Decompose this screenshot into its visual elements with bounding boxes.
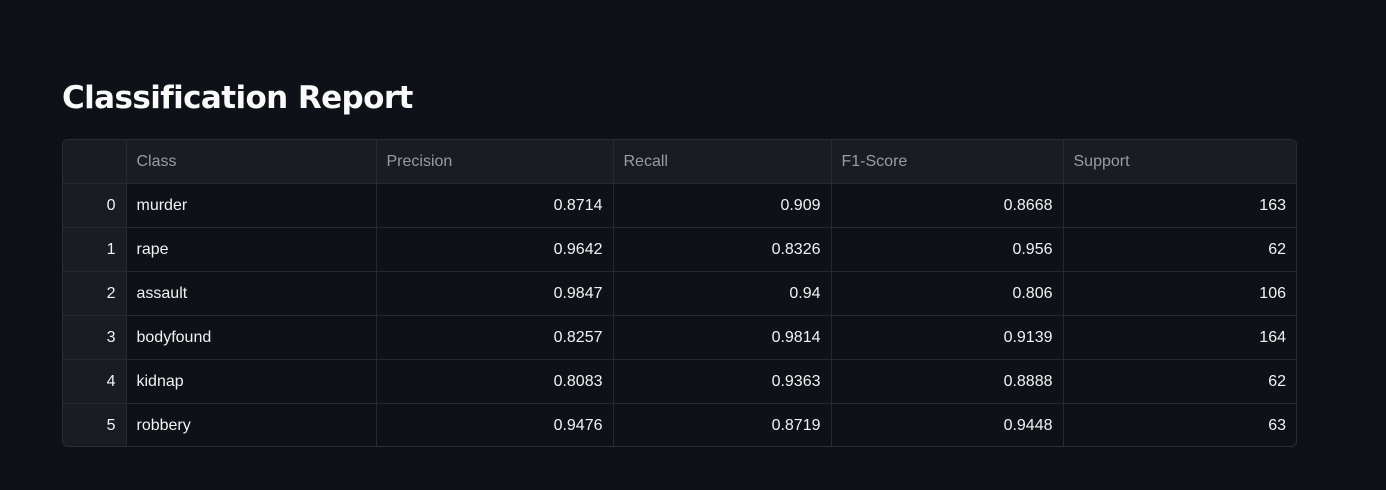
column-header-recall[interactable]: Recall [613, 140, 832, 184]
recall-cell[interactable]: 0.8719 [613, 403, 832, 446]
table-row: 3 bodyfound 0.8257 0.9814 0.9139 164 [63, 315, 1296, 360]
support-cell[interactable]: 62 [1063, 359, 1296, 404]
column-header-precision[interactable]: Precision [376, 140, 614, 184]
support-cell[interactable]: 163 [1063, 183, 1296, 228]
table-header-row: Class Precision Recall F1-Score Support [63, 140, 1296, 184]
recall-cell[interactable]: 0.9814 [613, 315, 832, 360]
row-index-cell[interactable]: 5 [63, 403, 127, 446]
f1-score-cell[interactable]: 0.8668 [831, 183, 1064, 228]
page: Classification Report Class Precision Re… [0, 0, 1386, 490]
class-cell[interactable]: bodyfound [126, 315, 377, 360]
precision-cell[interactable]: 0.9642 [376, 227, 614, 272]
recall-cell[interactable]: 0.8326 [613, 227, 832, 272]
class-cell[interactable]: rape [126, 227, 377, 272]
f1-score-cell[interactable]: 0.806 [831, 271, 1064, 316]
column-header-support[interactable]: Support [1063, 140, 1296, 184]
class-cell[interactable]: assault [126, 271, 377, 316]
f1-score-cell[interactable]: 0.9139 [831, 315, 1064, 360]
f1-score-cell[interactable]: 0.8888 [831, 359, 1064, 404]
data-table-container[interactable]: Class Precision Recall F1-Score Support … [62, 139, 1297, 447]
precision-cell[interactable]: 0.9847 [376, 271, 614, 316]
support-cell[interactable]: 62 [1063, 227, 1296, 272]
row-index-cell[interactable]: 2 [63, 271, 127, 316]
table-row: 5 robbery 0.9476 0.8719 0.9448 63 [63, 403, 1296, 447]
recall-cell[interactable]: 0.9363 [613, 359, 832, 404]
page-title: Classification Report [62, 80, 413, 116]
table-row: 1 rape 0.9642 0.8326 0.956 62 [63, 227, 1296, 272]
support-cell[interactable]: 63 [1063, 404, 1296, 447]
table-row: 0 murder 0.8714 0.909 0.8668 163 [63, 183, 1296, 228]
table-row: 4 kidnap 0.8083 0.9363 0.8888 62 [63, 359, 1296, 404]
support-cell[interactable]: 164 [1063, 315, 1296, 360]
row-index-cell[interactable]: 3 [63, 315, 127, 360]
f1-score-cell[interactable]: 0.9448 [831, 403, 1064, 446]
column-header-f1-score[interactable]: F1-Score [831, 140, 1064, 184]
recall-cell[interactable]: 0.94 [613, 271, 832, 316]
classification-report-table: Class Precision Recall F1-Score Support … [63, 140, 1296, 447]
class-cell[interactable]: murder [126, 183, 377, 228]
precision-cell[interactable]: 0.9476 [376, 403, 614, 446]
column-header-index[interactable] [63, 140, 127, 184]
class-cell[interactable]: robbery [126, 403, 377, 446]
recall-cell[interactable]: 0.909 [613, 183, 832, 228]
f1-score-cell[interactable]: 0.956 [831, 227, 1064, 272]
support-cell[interactable]: 106 [1063, 271, 1296, 316]
class-cell[interactable]: kidnap [126, 359, 377, 404]
precision-cell[interactable]: 0.8714 [376, 183, 614, 228]
row-index-cell[interactable]: 1 [63, 227, 127, 272]
precision-cell[interactable]: 0.8083 [376, 359, 614, 404]
column-header-class[interactable]: Class [126, 140, 377, 184]
row-index-cell[interactable]: 0 [63, 183, 127, 228]
row-index-cell[interactable]: 4 [63, 359, 127, 404]
table-row: 2 assault 0.9847 0.94 0.806 106 [63, 271, 1296, 316]
precision-cell[interactable]: 0.8257 [376, 315, 614, 360]
